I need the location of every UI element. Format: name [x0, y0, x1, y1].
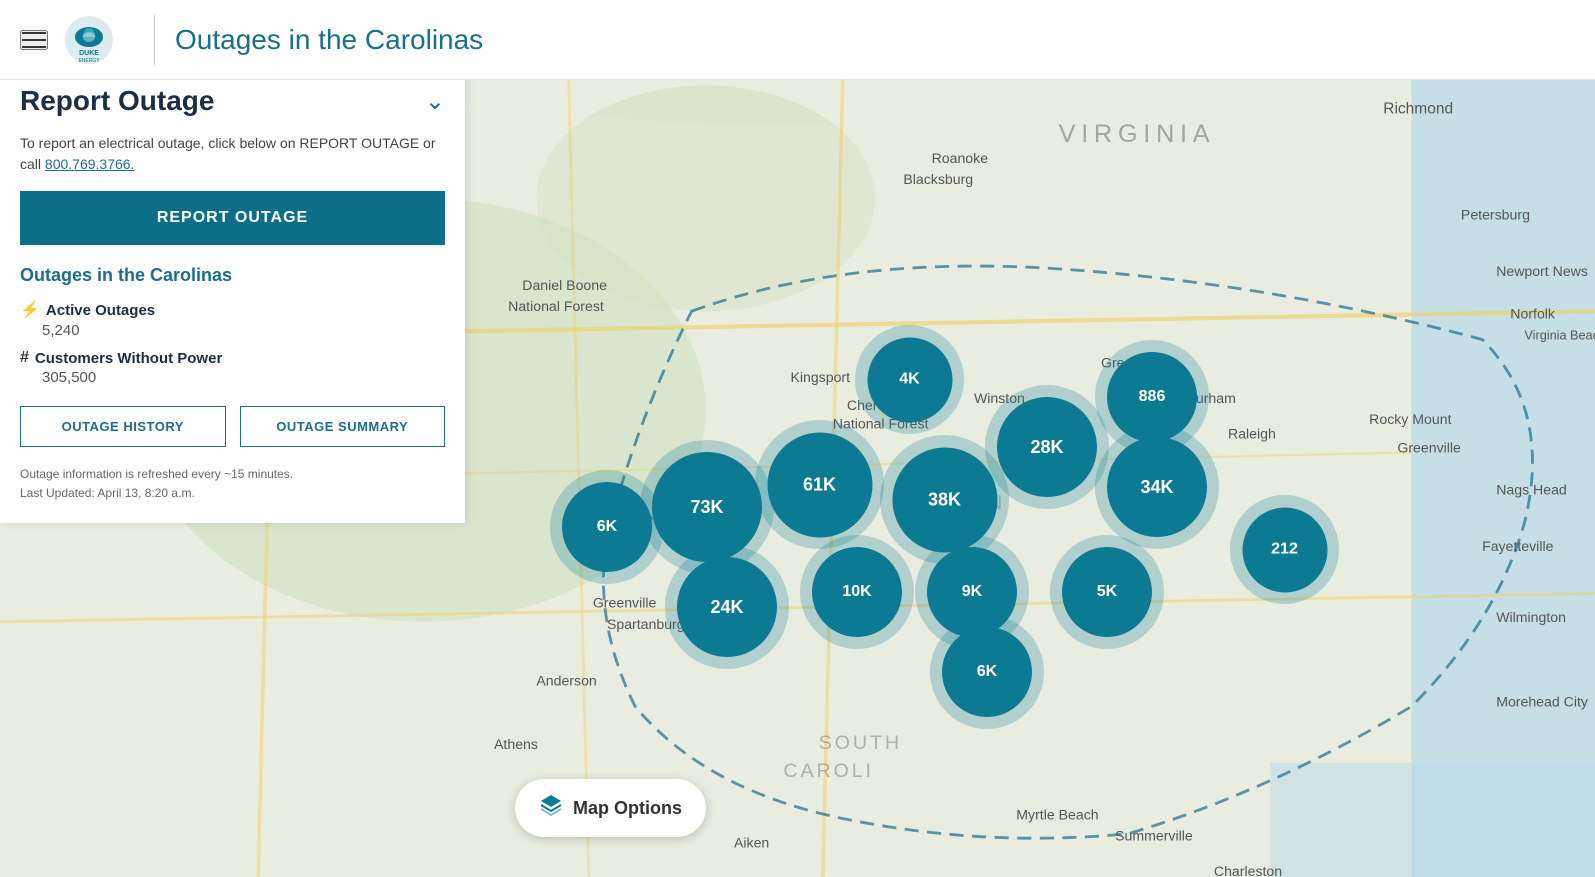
outage-summary-button[interactable]: OUTAGE SUMMARY [240, 406, 446, 447]
refresh-note: Outage information is refreshed every ~1… [20, 465, 445, 484]
cluster-label-c4: 4K [867, 337, 952, 422]
report-phone-link[interactable]: 800.769.3766. [45, 156, 135, 172]
customers-label: Customers Without Power [35, 350, 222, 367]
map-options-label: Map Options [573, 798, 682, 819]
footer-note: Outage information is refreshed every ~1… [20, 465, 445, 503]
report-header: Report Outage ⌄ [20, 85, 445, 117]
active-outages-value: 5,240 [42, 322, 445, 339]
cluster-label-c10: 24K [677, 557, 777, 657]
stats-title: Outages in the Carolinas [20, 265, 445, 286]
svg-text:DUKE: DUKE [79, 50, 99, 57]
cluster-label-c3: 61K [767, 432, 872, 537]
cluster-c10[interactable]: 24K [665, 545, 789, 669]
header: DUKE ENERGY Outages in the Carolinas [0, 0, 1595, 80]
layers-icon [539, 793, 563, 823]
action-buttons-row: OUTAGE HISTORY OUTAGE SUMMARY [20, 406, 445, 447]
report-outage-title: Report Outage [20, 85, 214, 117]
duke-energy-logo: DUKE ENERGY [64, 15, 114, 65]
cluster-c6[interactable]: 28K [985, 385, 1109, 509]
cluster-label-c13: 5K [1062, 547, 1152, 637]
hash-icon: # [20, 349, 29, 367]
cluster-c13[interactable]: 5K [1050, 535, 1164, 649]
cluster-label-c8: 34K [1107, 437, 1207, 537]
cluster-label-c1: 6K [562, 482, 652, 572]
page-title: Outages in the Carolinas [175, 24, 483, 56]
stats-section: Outages in the Carolinas ⚡ Active Outage… [20, 265, 445, 386]
cluster-label-c9: 212 [1242, 507, 1327, 592]
cluster-c11[interactable]: 10K [800, 535, 914, 649]
chevron-down-icon[interactable]: ⌄ [425, 87, 445, 116]
customers-stat: # Customers Without Power 305,500 [20, 349, 445, 386]
cluster-c8[interactable]: 34K [1095, 425, 1219, 549]
logo-area: DUKE ENERGY [64, 15, 114, 65]
hamburger-button[interactable] [20, 30, 48, 50]
active-outages-label: Active Outages [46, 302, 155, 319]
active-outages-stat: ⚡ Active Outages 5,240 [20, 300, 445, 339]
cluster-c14[interactable]: 6K [930, 615, 1044, 729]
header-divider [154, 15, 155, 65]
cluster-label-c11: 10K [812, 547, 902, 637]
lightning-icon: ⚡ [20, 300, 40, 320]
outage-history-button[interactable]: OUTAGE HISTORY [20, 406, 226, 447]
report-description: To report an electrical outage, click be… [20, 133, 445, 175]
cluster-c9[interactable]: 212 [1230, 495, 1339, 604]
last-updated: Last Updated: April 13, 8:20 a.m. [20, 484, 445, 503]
cluster-label-c14: 6K [942, 627, 1032, 717]
report-section: Report Outage ⌄ To report an electrical … [20, 85, 445, 265]
svg-text:ENERGY: ENERGY [78, 58, 100, 64]
map-options-button[interactable]: Map Options [515, 779, 706, 837]
report-outage-button[interactable]: REPORT OUTAGE [20, 191, 445, 245]
cluster-c3[interactable]: 61K [755, 420, 884, 549]
cluster-c4[interactable]: 4K [855, 325, 964, 434]
customers-value: 305,500 [42, 369, 445, 386]
cluster-label-c6: 28K [997, 397, 1097, 497]
